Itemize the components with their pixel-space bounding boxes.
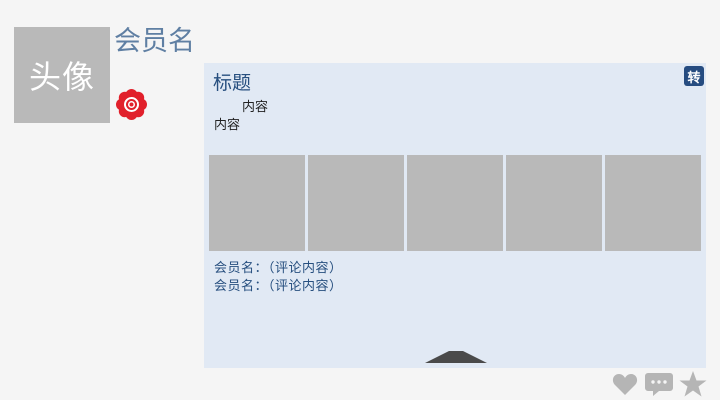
member-name[interactable]: 会员名 [114,24,195,60]
repost-button[interactable]: 转 [684,66,704,86]
flower-badge-icon [116,89,147,120]
image-thumbnail[interactable] [209,155,305,251]
star-icon[interactable] [679,370,707,398]
image-thumbnail[interactable] [506,155,602,251]
post-content: 内容 [214,118,241,133]
post-title[interactable]: 标题 [213,68,251,95]
collapse-up-icon[interactable] [425,351,487,363]
image-thumbnail[interactable] [407,155,503,251]
post-content: 内容 [242,100,269,115]
comment-item[interactable]: 会员名：（评论内容） [214,275,343,294]
heart-icon[interactable] [612,370,638,398]
image-thumbnail[interactable] [308,155,404,251]
image-thumbnail[interactable] [605,155,701,251]
image-gallery [209,155,701,251]
comment-item[interactable]: 会员名：（评论内容） [214,257,343,276]
comment-bubble-icon[interactable] [644,370,674,398]
avatar[interactable]: 头像 [14,27,110,123]
post-card: 标题 转 内容 内容 会员名：（评论内容） 会员名：（评论内容） [204,63,706,368]
